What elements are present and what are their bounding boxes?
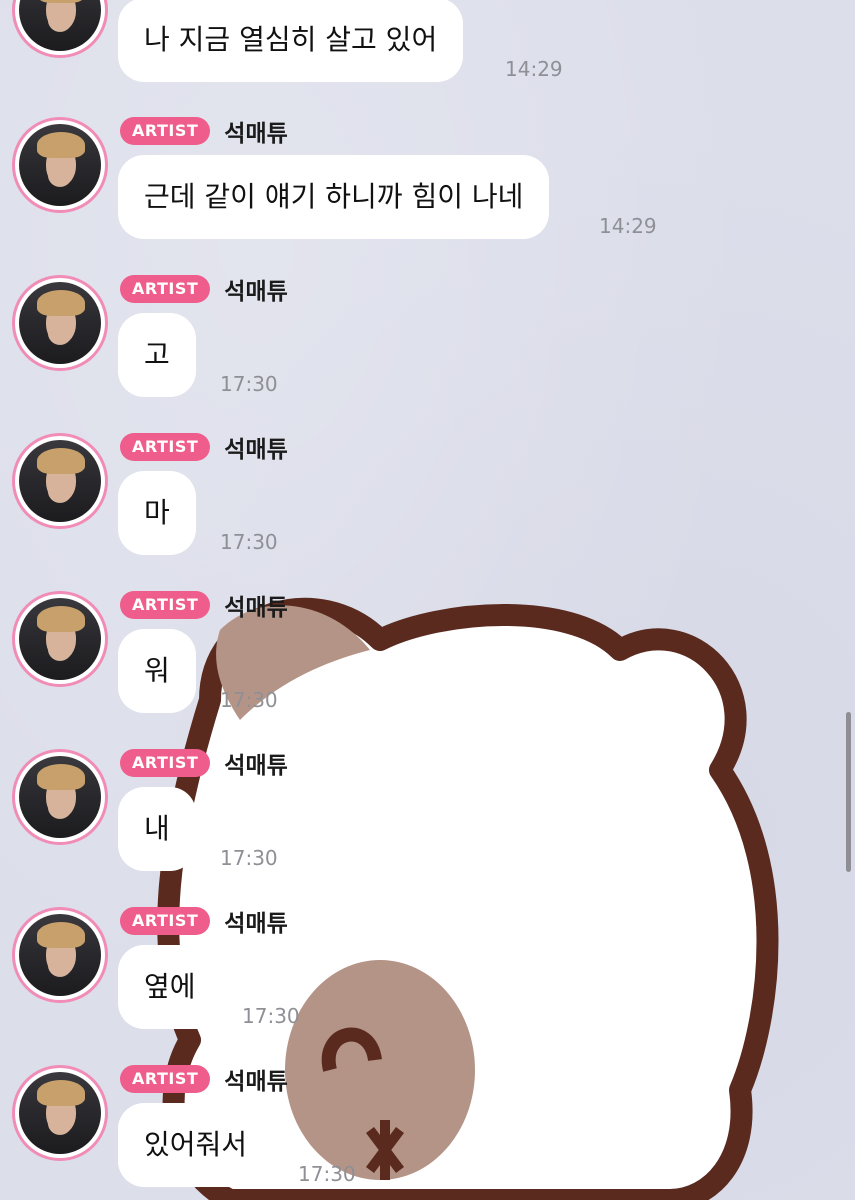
sender-name[interactable]: 석매튜 [224,746,287,780]
message-text: 고 [144,338,170,371]
message-bubble[interactable]: 워 [118,629,196,713]
artist-badge: ARTIST [120,1065,211,1093]
message-bubble[interactable]: 나 지금 열심히 살고 있어 [118,0,464,82]
message-text: 근데 같이 얘기 하니까 힘이 나네 [144,180,524,213]
message-bubble[interactable]: 근데 같이 얘기 하니까 힘이 나네 [118,155,550,239]
artist-avatar[interactable] [12,433,108,529]
artist-badge: ARTIST [120,433,211,461]
avatar-photo [19,756,101,838]
message-text: 워 [144,654,170,687]
message-time: 17:30 [220,846,278,870]
message-text: 나 지금 열심히 살고 있어 [144,23,438,56]
message-time: 17:30 [220,372,278,396]
artist-avatar[interactable] [12,275,108,371]
avatar-photo [19,598,101,680]
message-time: 17:30 [298,1162,356,1186]
sender-header: ARTIST 석매튜 [120,114,288,148]
sender-name[interactable]: 석매튜 [224,430,287,464]
message-bubble[interactable]: 고 [118,313,196,397]
message-bubble[interactable]: 옆에 [118,945,222,1029]
sender-name[interactable]: 석매튜 [224,272,287,306]
avatar-photo [19,124,101,206]
avatar-photo [19,0,101,51]
sender-name[interactable]: 석매튜 [224,1062,287,1096]
artist-avatar[interactable] [12,907,108,1003]
artist-badge: ARTIST [120,907,211,935]
sender-header: ARTIST 석매튜 [120,588,288,622]
artist-avatar[interactable] [12,117,108,213]
artist-badge: ARTIST [120,591,211,619]
message-time: 17:30 [220,530,278,554]
message-time: 14:29 [505,57,563,81]
message-text: 내 [144,812,170,845]
sender-header: ARTIST 석매튜 [120,1062,288,1096]
message-text: 마 [144,496,170,529]
sender-header: ARTIST 석매튜 [120,746,288,780]
sender-header: ARTIST 석매튜 [120,904,288,938]
avatar-photo [19,440,101,522]
artist-badge: ARTIST [120,275,211,303]
message-time: 14:29 [599,214,657,238]
message-bubble[interactable]: 마 [118,471,196,555]
message-bubble[interactable]: 있어줘서 [118,1103,274,1187]
message-bubble[interactable]: 내 [118,787,196,871]
artist-badge: ARTIST [120,117,211,145]
avatar-photo [19,914,101,996]
avatar-photo [19,1072,101,1154]
sender-header: ARTIST 석매튜 [120,430,288,464]
sender-header: ARTIST 석매튜 [120,272,288,306]
sender-name[interactable]: 석매튜 [224,114,287,148]
sender-name[interactable]: 석매튜 [224,904,287,938]
artist-avatar[interactable] [12,591,108,687]
artist-avatar[interactable] [12,749,108,845]
sender-name[interactable]: 석매튜 [224,588,287,622]
avatar-photo [19,282,101,364]
message-time: 17:30 [242,1004,300,1028]
scrollbar-thumb[interactable] [846,712,851,872]
message-text: 있어줘서 [144,1128,248,1161]
message-text: 옆에 [144,970,196,1003]
message-time: 17:30 [220,688,278,712]
artist-badge: ARTIST [120,749,211,777]
artist-avatar[interactable] [12,1065,108,1161]
